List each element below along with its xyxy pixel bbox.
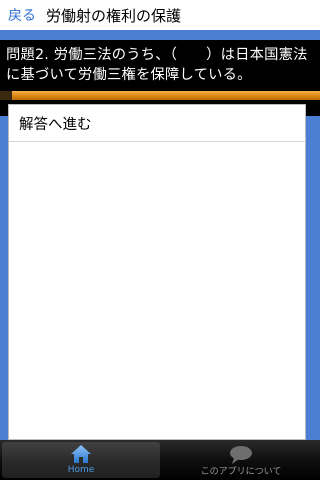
progress-bar: [0, 91, 320, 100]
back-button[interactable]: 戻る: [8, 5, 36, 25]
header-bar: 戻る 労働射の権利の保護: [0, 0, 320, 30]
page-title: 労働射の権利の保護: [46, 6, 182, 25]
home-icon: [68, 442, 94, 465]
answer-panel: 解答へ進む: [8, 104, 306, 440]
question-text: 問題2. 労働三法のうち、（ ）は日本国憲法に基づいて労働三権を保障している。: [6, 45, 310, 87]
tab-about-label: このアプリについて: [200, 467, 282, 477]
tab-bar: Home このアプリについて: [0, 440, 320, 480]
tab-home[interactable]: Home: [2, 442, 160, 478]
app-screen: 戻る 労働射の権利の保護 問題2. 労働三法のうち、（ ）は日本国憲法に基づいて…: [0, 0, 320, 480]
proceed-to-answer-row[interactable]: 解答へ進む: [9, 105, 305, 142]
tab-about[interactable]: このアプリについて: [162, 440, 320, 480]
tab-home-label: Home: [67, 465, 95, 475]
content-area: 問題2. 労働三法のうち、（ ）は日本国憲法に基づいて労働三権を保障している。 …: [0, 30, 320, 440]
speech-bubble-icon: [228, 443, 254, 467]
progress-bar-cap: [0, 91, 12, 100]
